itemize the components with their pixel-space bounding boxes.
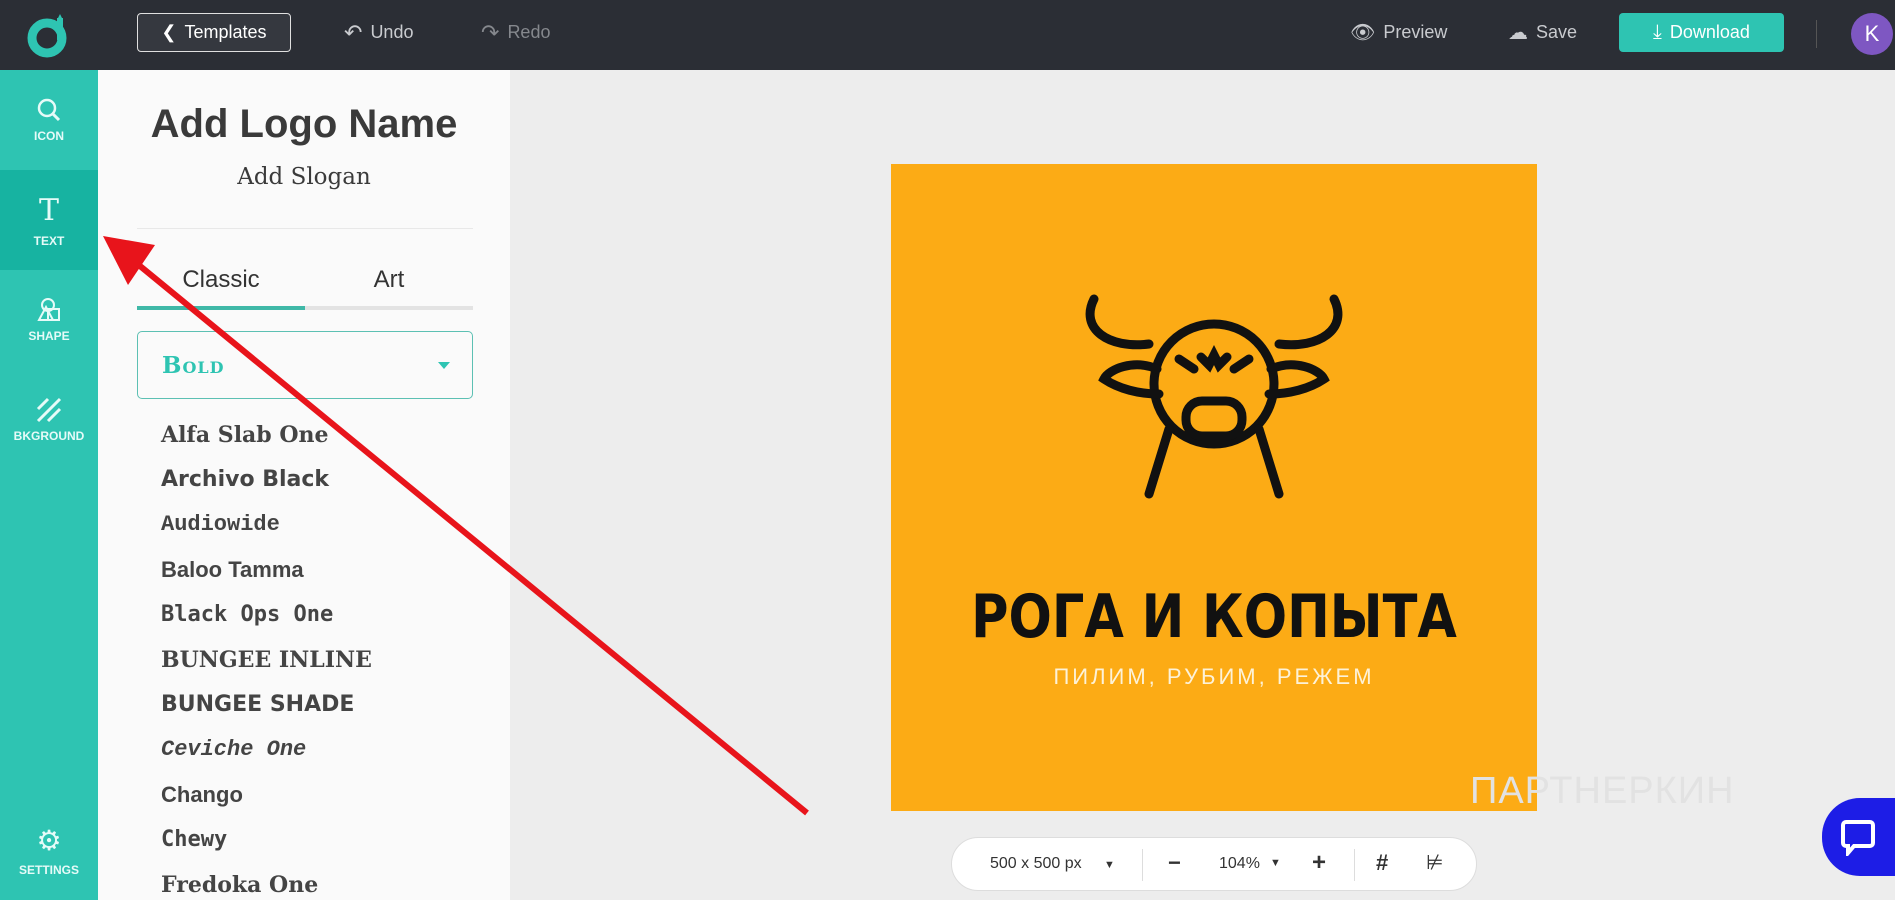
annotation-arrow bbox=[103, 236, 809, 816]
